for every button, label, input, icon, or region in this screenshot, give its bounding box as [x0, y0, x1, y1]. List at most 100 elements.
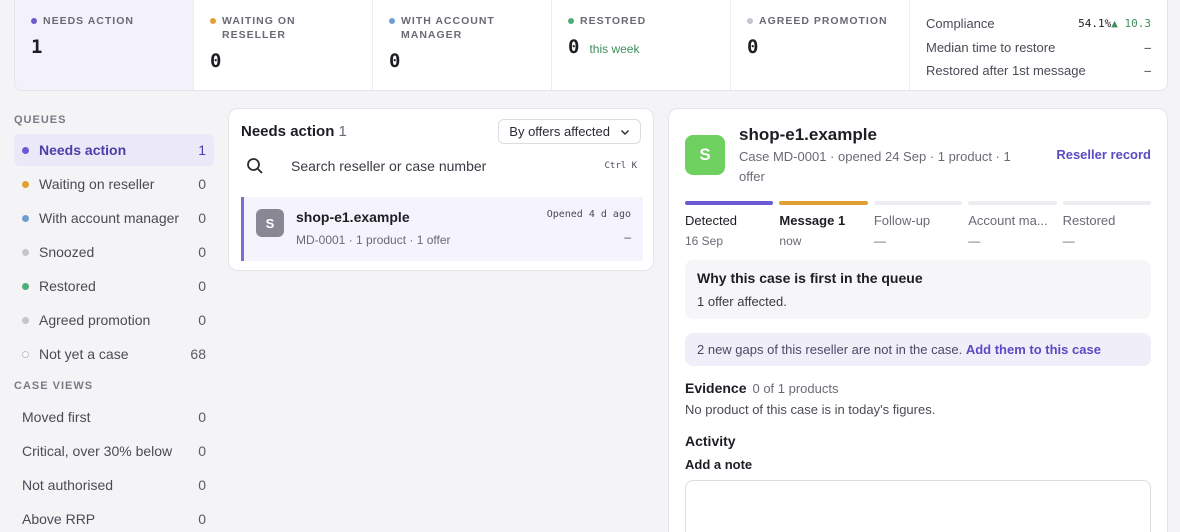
case-row[interactable]: S shop-e1.example MD-0001 · 1 product · … — [241, 197, 643, 261]
case-list-card: Needs action 1 By offers affected Ctrl K… — [228, 108, 654, 271]
metric-row: Compliance 54.1%▲ 10.3 — [926, 12, 1151, 36]
stat-value: 0 — [389, 50, 401, 72]
progress-bar — [685, 201, 774, 205]
opened-time: Opened 4 d ago — [546, 209, 631, 220]
stat-value: 0 — [747, 36, 759, 58]
sidebar-item-queue[interactable]: Waiting on reseller 0 — [14, 168, 214, 200]
step-date: — — [1062, 234, 1075, 248]
status-dot — [389, 18, 395, 24]
progress-step: Account ma... — — [968, 201, 1057, 248]
sidebar-item-label: Above RRP — [22, 511, 96, 527]
step-date: — — [968, 234, 981, 248]
why-text: 1 offer affected. — [697, 294, 787, 309]
status-dot — [568, 18, 574, 24]
keyboard-shortcut: Ctrl K — [604, 161, 637, 171]
case-name: shop-e1.example — [296, 209, 410, 225]
sidebar-item-view[interactable]: Above RRP 0 — [14, 502, 214, 532]
sort-label: By offers affected — [509, 124, 610, 139]
sort-dropdown[interactable]: By offers affected — [498, 119, 641, 144]
stat-tile[interactable]: WITH ACCOUNT MANAGER 0 — [373, 0, 552, 90]
add-to-case-link[interactable]: Add them to this case — [966, 342, 1101, 357]
search-bar: Ctrl K — [241, 150, 641, 182]
status-dot — [22, 248, 29, 256]
sidebar-item-count: 0 — [198, 443, 206, 459]
queue-list: Needs action 1 Waiting on reseller 0 With ac… — [14, 134, 214, 370]
why-box: Why this case is first in the queue 1 of… — [685, 260, 1151, 319]
sidebar-item-queue[interactable]: Needs action 1 — [14, 134, 214, 166]
stat-tile[interactable]: RESTORED 0 this week — [552, 0, 731, 90]
list-title: Needs action — [241, 123, 335, 140]
metric-row: Median time to restore – — [926, 36, 1151, 60]
step-date: 16 Sep — [685, 234, 724, 248]
sidebar-item-label: Needs action — [39, 142, 127, 158]
sidebar-item-count: 0 — [198, 244, 206, 260]
progress-step: Follow-up — — [873, 201, 963, 248]
search-input[interactable] — [291, 158, 605, 174]
step-label: Detected — [685, 213, 738, 228]
sidebar-item-view[interactable]: Not authorised 0 — [14, 468, 214, 502]
sidebar-item-label: Not authorised — [22, 477, 114, 493]
trend-up: ▲ 10.3 — [1111, 17, 1151, 31]
view-list: Moved first 0 Critical, over 30% below 0 Not… — [14, 400, 214, 532]
stat-label: WAITING ON RESELLER — [222, 15, 296, 41]
case-extra: – — [624, 230, 631, 244]
stat-tile[interactable]: WAITING ON RESELLER 0 — [194, 0, 373, 90]
sidebar-item-count: 1 — [198, 142, 206, 158]
reseller-record-link[interactable]: Reseller record — [1056, 147, 1151, 187]
sidebar-item-count: 0 — [198, 511, 206, 527]
queues-title: QUEUES — [14, 114, 67, 126]
sidebar-item-label: With account manager — [39, 210, 180, 226]
step-label: Account ma... — [968, 213, 1048, 228]
sidebar-item-queue[interactable]: Not yet a case 68 — [14, 338, 214, 370]
gap-notice: 2 new gaps of this reseller are not in t… — [685, 333, 1151, 366]
case-views-title: CASE VIEWS — [14, 380, 94, 392]
sidebar-item-label: Agreed promotion — [39, 312, 151, 328]
progress-step: Detected 16 Sep — [685, 201, 774, 248]
metrics-panel: Compliance 54.1%▲ 10.3 Median time to re… — [910, 0, 1167, 90]
avatar: S — [685, 135, 725, 175]
step-date: now — [779, 234, 802, 248]
avatar: S — [256, 209, 284, 237]
search-icon — [247, 158, 263, 174]
evidence-title: Evidence — [685, 380, 747, 396]
metric-value: – — [1144, 40, 1151, 54]
activity-title: Activity — [685, 433, 736, 449]
sidebar-item-view[interactable]: Critical, over 30% below 0 — [14, 434, 214, 468]
status-dot — [22, 316, 29, 324]
note-label: Add a note — [685, 457, 753, 472]
case-meta: MD-0001 · 1 product · 1 offer — [296, 233, 451, 247]
sidebar-item-queue[interactable]: Agreed promotion 0 — [14, 304, 214, 336]
sidebar-item-count: 0 — [198, 278, 206, 294]
progress-bar — [1062, 201, 1152, 205]
sidebar-item-count: 0 — [198, 210, 206, 226]
progress-step: Message 1 now — [779, 201, 868, 248]
status-dot — [22, 180, 29, 188]
note-input[interactable] — [685, 480, 1151, 532]
sidebar-item-label: Restored — [39, 278, 96, 294]
progress-bar — [873, 201, 963, 205]
stat-tile[interactable]: NEEDS ACTION 1 — [15, 0, 194, 90]
sidebar-item-queue[interactable]: Snoozed 0 — [14, 236, 214, 268]
list-count: 1 — [338, 123, 347, 140]
detail-subtitle: Case MD-0001 · opened 24 Sep · 1 product… — [739, 149, 1011, 184]
step-label: Message 1 — [779, 213, 846, 228]
metric-label: Restored after 1st message — [926, 63, 1086, 79]
sidebar-item-count: 0 — [198, 176, 206, 192]
chevron-down-icon — [621, 129, 629, 135]
progress-bar — [779, 201, 868, 205]
stat-label: RESTORED — [580, 15, 647, 27]
metric-row: Restored after 1st message – — [926, 59, 1151, 83]
sidebar-item-queue[interactable]: With account manager 0 — [14, 202, 214, 234]
sidebar: QUEUES Needs action 1 Waiting on reseller 0… — [14, 108, 214, 532]
stats-bar: NEEDS ACTION 1 WAITING ON RESELLER 0 WIT… — [14, 0, 1168, 91]
step-label: Restored — [1062, 213, 1116, 228]
evidence-text: No product of this case is in today's fi… — [685, 402, 936, 417]
detail-title: shop-e1.example — [739, 125, 877, 144]
sidebar-item-queue[interactable]: Restored 0 — [14, 270, 214, 302]
status-dot — [22, 350, 29, 358]
sidebar-item-view[interactable]: Moved first 0 — [14, 400, 214, 434]
sidebar-item-count: 68 — [190, 346, 206, 362]
stat-tile[interactable]: AGREED PROMOTION 0 — [731, 0, 910, 90]
status-dot — [210, 18, 216, 24]
stat-sub: this week — [589, 42, 640, 56]
